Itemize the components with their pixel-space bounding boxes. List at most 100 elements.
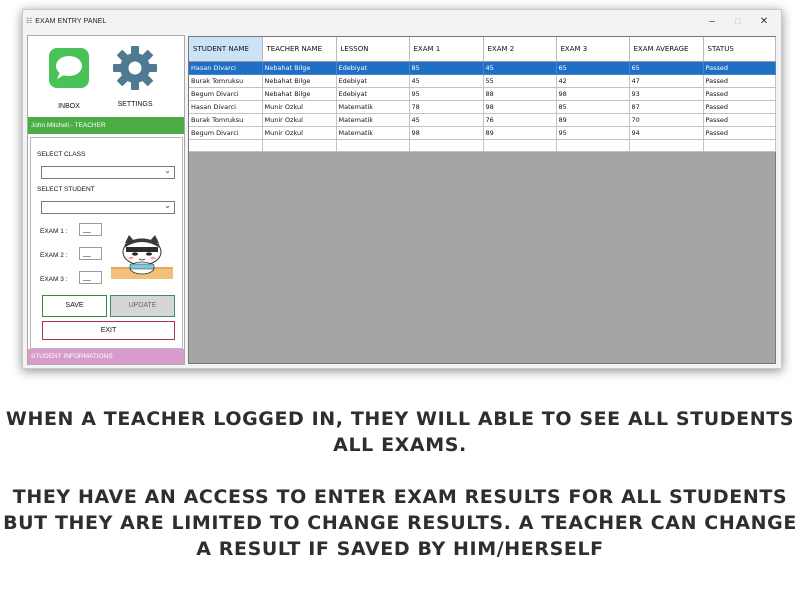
exam-entry-window: ☷ EXAM ENTRY PANEL – ☐ ✕ INBOX SETTINGS … xyxy=(22,9,782,369)
minimize-button[interactable]: – xyxy=(699,10,725,32)
new-row-placeholder[interactable] xyxy=(189,139,776,152)
table-cell[interactable]: Burak Tomruksu xyxy=(189,74,263,88)
table-cell[interactable]: 76 xyxy=(483,113,557,127)
table-cell[interactable]: 65 xyxy=(629,61,704,75)
exit-button[interactable]: EXIT xyxy=(42,321,175,340)
select-student-dropdown[interactable]: ⌄ xyxy=(41,201,175,214)
table-cell[interactable]: 45 xyxy=(409,74,484,88)
empty-cell[interactable] xyxy=(703,139,776,152)
table-cell[interactable]: Nebahat Bilge xyxy=(262,74,337,88)
table-cell[interactable]: 94 xyxy=(629,126,704,140)
table-row[interactable]: Hasan Divarci Munir Ozkul Matematik 78 98 85 8… xyxy=(189,100,776,114)
table-cell[interactable]: 42 xyxy=(556,74,630,88)
student-info-bar[interactable]: STUDENT INFORMATIONS xyxy=(28,349,184,364)
table-cell[interactable]: Passed xyxy=(703,126,776,140)
table-cell[interactable]: Matematik xyxy=(336,126,410,140)
exam1-input[interactable]: __ xyxy=(79,223,102,236)
select-class-dropdown[interactable]: ⌄ xyxy=(41,166,175,179)
table-cell[interactable]: Nebahat Bilge xyxy=(262,87,337,101)
table-cell[interactable]: 98 xyxy=(483,100,557,114)
empty-cell[interactable] xyxy=(262,139,337,152)
table-cell[interactable]: Edebiyat xyxy=(336,74,410,88)
app-icon: ☷ xyxy=(26,17,33,25)
table-cell[interactable]: 93 xyxy=(629,87,704,101)
table-cell[interactable]: 55 xyxy=(483,74,557,88)
table-cell[interactable]: 78 xyxy=(409,100,484,114)
left-panel: INBOX SETTINGS John Mitchell - TEACHER S… xyxy=(27,35,185,365)
update-button[interactable]: UPDATE xyxy=(110,295,175,317)
empty-cell[interactable] xyxy=(483,139,557,152)
table-cell[interactable]: 45 xyxy=(409,113,484,127)
table-cell[interactable]: Passed xyxy=(703,113,776,127)
column-header-teacher-name[interactable]: TEACHER NAME xyxy=(262,37,337,62)
table-row[interactable]: Begum Divarci Nebahat Bilge Edebiyat 95 88 98… xyxy=(189,87,776,101)
exam3-input[interactable]: __ xyxy=(79,271,102,284)
maximize-button[interactable]: ☐ xyxy=(725,10,751,32)
table-cell[interactable]: Passed xyxy=(703,100,776,114)
empty-cell[interactable] xyxy=(409,139,484,152)
table-cell[interactable]: 85 xyxy=(556,100,630,114)
chevron-down-icon: ⌄ xyxy=(164,166,171,175)
empty-cell[interactable] xyxy=(336,139,410,152)
table-cell[interactable]: Passed xyxy=(703,74,776,88)
inbox-button[interactable]: INBOX xyxy=(44,47,94,110)
table-cell[interactable]: Passed xyxy=(703,61,776,75)
column-header-lesson[interactable]: LESSON xyxy=(336,37,410,62)
window-controls: – ☐ ✕ xyxy=(699,10,777,32)
title-bar: ☷ EXAM ENTRY PANEL – ☐ ✕ xyxy=(23,10,781,32)
exam2-input[interactable]: __ xyxy=(79,247,102,260)
column-header-exam3[interactable]: EXAM 3 xyxy=(556,37,630,62)
table-cell[interactable]: Begum Divarci xyxy=(189,87,263,101)
table-cell[interactable]: 95 xyxy=(409,87,484,101)
table-cell[interactable]: 85 xyxy=(409,61,484,75)
settings-button[interactable]: SETTINGS xyxy=(110,46,160,108)
table-cell[interactable]: Burak Tomruksu xyxy=(189,113,263,127)
table-cell[interactable]: Nebahat Bilge xyxy=(262,61,337,75)
column-header-exam1[interactable]: EXAM 1 xyxy=(409,37,484,62)
table-cell[interactable]: Passed xyxy=(703,87,776,101)
table-cell[interactable]: 89 xyxy=(556,113,630,127)
table-cell[interactable]: 88 xyxy=(483,87,557,101)
table-cell[interactable]: 95 xyxy=(556,126,630,140)
table-row[interactable]: Burak Tomruksu Munir Ozkul Matematik 45 76 89… xyxy=(189,113,776,127)
table-cell[interactable]: Matematik xyxy=(336,100,410,114)
table-cell[interactable]: Matematik xyxy=(336,113,410,127)
table-cell[interactable]: Hasan Divarci xyxy=(189,61,263,75)
save-button[interactable]: SAVE xyxy=(42,295,107,317)
table-cell[interactable]: Hasan Divarci xyxy=(189,100,263,114)
table-row[interactable]: Hasan Divarci Nebahat Bilge Edebiyat 85 45 65… xyxy=(189,61,776,75)
table-cell[interactable]: 65 xyxy=(556,61,630,75)
table-cell[interactable]: Munir Ozkul xyxy=(262,113,337,127)
empty-cell[interactable] xyxy=(629,139,704,152)
select-student-label: SELECT STUDENT xyxy=(37,186,95,193)
column-header-student-name[interactable]: STUDENT NAME xyxy=(189,37,263,62)
column-header-exam2[interactable]: EXAM 2 xyxy=(483,37,557,62)
window-title: EXAM ENTRY PANEL xyxy=(35,17,107,25)
exam-results-grid: STUDENT NAME TEACHER NAME LESSON EXAM 1 … xyxy=(188,36,776,364)
table-cell[interactable]: Munir Ozkul xyxy=(262,126,337,140)
gear-icon xyxy=(113,46,157,90)
table-cell[interactable]: Begum Divarci xyxy=(189,126,263,140)
empty-cell[interactable] xyxy=(556,139,630,152)
table-cell[interactable]: Munir Ozkul xyxy=(262,100,337,114)
table-cell[interactable]: 45 xyxy=(483,61,557,75)
table-cell[interactable]: 87 xyxy=(629,100,704,114)
caption-line-5: A RESULT IF SAVED BY HIM/HERSELF xyxy=(196,538,604,560)
column-header-status[interactable]: STATUS xyxy=(703,37,776,62)
table-cell[interactable]: 89 xyxy=(483,126,557,140)
inbox-icon xyxy=(49,48,89,88)
table-row[interactable]: Begum Divarci Munir Ozkul Matematik 98 89 95 9… xyxy=(189,126,776,140)
table-row[interactable]: Burak Tomruksu Nebahat Bilge Edebiyat 45 55 4… xyxy=(189,74,776,88)
close-button[interactable]: ✕ xyxy=(751,10,777,32)
table-cell[interactable]: 47 xyxy=(629,74,704,88)
table-cell[interactable]: Edebiyat xyxy=(336,61,410,75)
cat-mascot-image xyxy=(111,235,173,279)
table-cell[interactable]: Edebiyat xyxy=(336,87,410,101)
table-cell[interactable]: 98 xyxy=(556,87,630,101)
empty-cell[interactable] xyxy=(189,139,263,152)
settings-label: SETTINGS xyxy=(117,101,153,108)
table-header-row: STUDENT NAME TEACHER NAME LESSON EXAM 1 … xyxy=(189,37,776,62)
table-cell[interactable]: 98 xyxy=(409,126,484,140)
table-cell[interactable]: 70 xyxy=(629,113,704,127)
column-header-exam-average[interactable]: EXAM AVERAGE xyxy=(629,37,704,62)
